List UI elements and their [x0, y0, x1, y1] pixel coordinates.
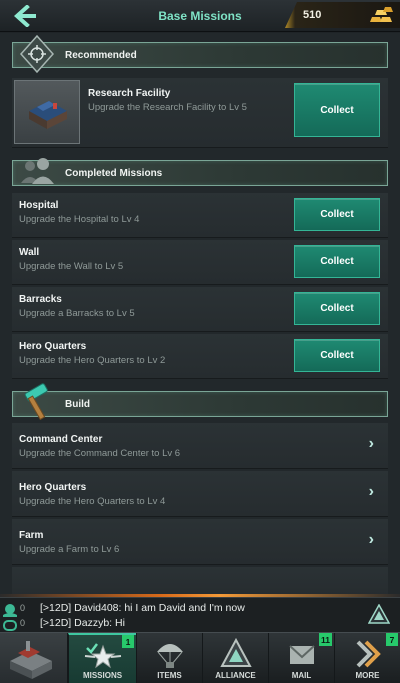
tab-more[interactable]: 7 MORE [334, 633, 400, 683]
build-mission-row[interactable]: Command Center Upgrade the Command Cente… [12, 423, 388, 469]
tab-missions[interactable]: 1 MISSIONS [68, 633, 136, 683]
chat-line-count: 0 [20, 617, 26, 628]
mail-badge: 11 [319, 633, 332, 646]
chat-line-text: [>12D] David408: hi I am David and I'm n… [40, 601, 245, 614]
mission-title: Hero Quarters [19, 482, 87, 493]
base-icon [10, 641, 52, 679]
section-title: Recommended [65, 50, 137, 61]
completed-mission-row: Hospital Upgrade the Hospital to Lv 4 Co… [12, 193, 388, 238]
build-mission-row[interactable]: Hero Quarters Upgrade the Hero Quarters … [12, 471, 388, 517]
collect-button[interactable]: Collect [294, 83, 380, 137]
chevron-right-icon: › [368, 531, 374, 548]
collect-button[interactable]: Collect [294, 339, 380, 372]
alliance-triangle-icon [220, 638, 252, 667]
mission-description: Upgrade the Command Center to Lv 6 [19, 448, 181, 459]
collect-button[interactable]: Collect [294, 245, 380, 278]
missions-list[interactable]: Recommended Research Facility Upgrade th… [0, 33, 400, 595]
chat-line-text: [>12D] Dazzyb: Hi [40, 616, 125, 629]
chat-preview[interactable]: 0 [>12D] David408: hi I am David and I'm… [0, 597, 400, 632]
chat-line: 0 [>12D] Dazzyb: Hi [6, 615, 125, 630]
mission-title: Wall [19, 247, 40, 258]
completed-mission-row: Barracks Upgrade a Barracks to Lv 5 Coll… [12, 287, 388, 332]
more-badge: 7 [386, 633, 398, 646]
section-header-completed: Completed Missions [12, 158, 388, 186]
mission-description: Upgrade the Hospital to Lv 4 [19, 214, 140, 225]
tab-label: ITEMS [157, 671, 182, 680]
tab-label: MAIL [291, 671, 312, 680]
build-mission-row-partial[interactable] [12, 567, 388, 595]
section-title: Completed Missions [65, 168, 163, 179]
top-bar: Base Missions 510 [0, 0, 400, 32]
mission-description: Upgrade the Hero Quarters to Lv 4 [19, 496, 166, 507]
mission-description: Upgrade a Farm to Lv 6 [19, 544, 120, 555]
completed-mission-row: Wall Upgrade the Wall to Lv 5 Collect [12, 240, 388, 285]
recommended-mission-row: Research Facility Upgrade the Research F… [12, 78, 388, 148]
missions-star-icon [84, 643, 122, 669]
target-icon [19, 34, 55, 74]
mission-description: Upgrade a Barracks to Lv 5 [19, 308, 135, 319]
chevron-right-icon [356, 640, 381, 668]
chevron-right-icon: › [368, 483, 374, 500]
chat-line-count: 0 [20, 602, 26, 613]
tab-label: MISSIONS [82, 671, 123, 680]
tab-mail[interactable]: 11 MAIL [268, 633, 334, 683]
tab-label: MORE [355, 671, 380, 680]
mission-title: Command Center [19, 434, 103, 445]
parachute-icon [157, 644, 183, 668]
gold-amount: 510 [303, 9, 322, 21]
tab-items[interactable]: ITEMS [136, 633, 202, 683]
research-facility-thumbnail [14, 80, 80, 144]
alliance-chat-icon[interactable] [368, 604, 390, 624]
missions-badge: 1 [122, 635, 134, 648]
tab-alliance[interactable]: ALLIANCE [202, 633, 268, 683]
section-header-build: Build [12, 383, 388, 421]
hammer-icon [24, 383, 48, 421]
completed-mission-row: Hero Quarters Upgrade the Hero Quarters … [12, 334, 388, 379]
mission-title: Hero Quarters [19, 341, 87, 352]
build-mission-row[interactable]: Farm Upgrade a Farm to Lv 6 › [12, 519, 388, 565]
tab-label: ALLIANCE [215, 671, 256, 680]
mission-description: Upgrade the Wall to Lv 5 [19, 261, 124, 272]
section-title: Build [65, 399, 90, 410]
users-icon [21, 158, 54, 184]
mission-description: Upgrade the Research Facility to Lv 5 [88, 102, 247, 113]
mail-icon [289, 645, 315, 664]
section-header-recommended: Recommended [12, 34, 388, 74]
gold-bars-icon [370, 7, 393, 22]
mission-title: Research Facility [88, 88, 171, 99]
collect-button[interactable]: Collect [294, 292, 380, 325]
mission-title: Farm [19, 530, 44, 541]
gold-balance[interactable]: 510 [285, 2, 400, 28]
chat-line: 0 [>12D] David408: hi I am David and I'm… [6, 600, 245, 615]
mission-title: Barracks [19, 294, 62, 305]
mission-title: Hospital [19, 200, 59, 211]
chevron-right-icon: › [368, 435, 374, 452]
mission-description: Upgrade the Hero Quarters to Lv 2 [19, 355, 166, 366]
base-button[interactable] [0, 633, 68, 683]
collect-button[interactable]: Collect [294, 198, 380, 231]
bottom-navigation: 1 MISSIONS ITEMS ALLIANCE 11 MAIL 7 MORE [0, 632, 400, 683]
research-facility-icon [29, 101, 67, 129]
